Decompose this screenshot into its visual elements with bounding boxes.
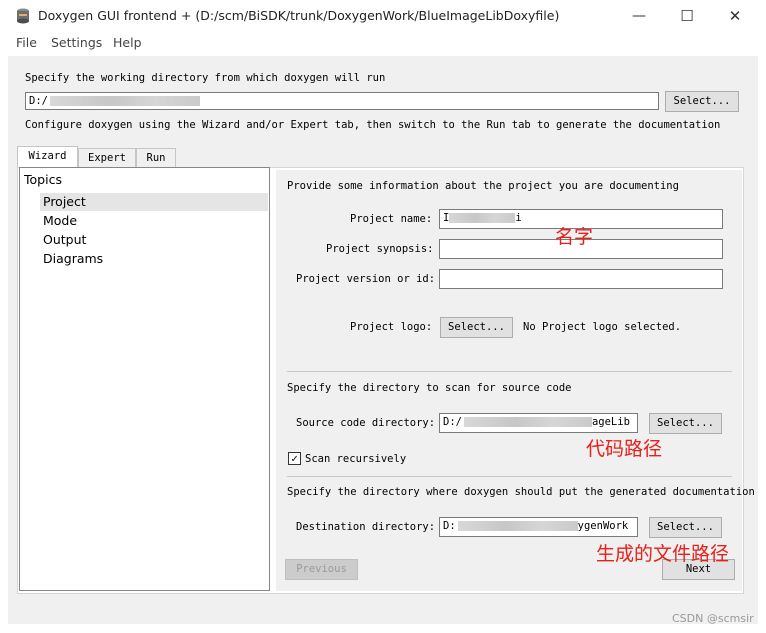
- project-name-value-end: i: [515, 212, 522, 224]
- working-dir-input[interactable]: D:/: [25, 92, 659, 110]
- source-intro: Specify the directory to scan for source…: [287, 382, 572, 394]
- separator: [287, 371, 732, 372]
- annotation-name: 名字: [555, 226, 594, 248]
- topic-diagrams[interactable]: Diagrams: [40, 250, 268, 268]
- topic-mode[interactable]: Mode: [40, 212, 268, 230]
- redacted-path: [49, 96, 200, 106]
- menu-file[interactable]: File: [16, 35, 37, 50]
- source-dir-value-end: ageLib: [591, 416, 630, 428]
- topic-output[interactable]: Output: [40, 231, 268, 249]
- tab-run[interactable]: Run: [136, 148, 176, 167]
- project-version-input[interactable]: [439, 269, 723, 289]
- menu-settings[interactable]: Settings: [51, 35, 102, 50]
- close-button[interactable]: ✕: [712, 0, 758, 32]
- project-logo-status: No Project logo selected.: [523, 321, 682, 333]
- project-logo-label: Project logo:: [350, 321, 433, 333]
- doxygen-app-icon: [17, 8, 29, 24]
- scan-recursively-label: Scan recursively: [305, 453, 407, 465]
- destination-dir-label: Destination directory:: [296, 521, 436, 533]
- minimize-button[interactable]: —: [616, 0, 662, 32]
- scan-recursively-checkbox[interactable]: ✓: [288, 452, 301, 465]
- project-logo-select-button[interactable]: Select...: [440, 317, 513, 338]
- topics-header: Topics: [24, 172, 62, 187]
- destination-dir-value-start: D:: [443, 520, 456, 532]
- tab-wizard[interactable]: Wizard: [17, 146, 78, 167]
- annotation-source-path: 代码路径: [586, 438, 663, 460]
- source-dir-label: Source code directory:: [296, 417, 436, 429]
- project-name-label: Project name:: [350, 213, 433, 225]
- project-intro: Provide some information about the proje…: [287, 180, 679, 192]
- project-synopsis-label: Project synopsis:: [326, 243, 434, 255]
- previous-button[interactable]: Previous: [285, 559, 358, 580]
- redacted-source-path: [463, 417, 592, 427]
- topics-tree: Topics Project Mode Output Diagrams: [19, 167, 270, 591]
- menu-help[interactable]: Help: [113, 35, 142, 50]
- window-title: Doxygen GUI frontend + (D:/scm/BiSDK/tru…: [38, 8, 560, 23]
- working-dir-value: D:/: [29, 95, 48, 107]
- working-dir-select-button[interactable]: Select...: [665, 91, 739, 112]
- topic-project[interactable]: Project: [40, 193, 268, 211]
- maximize-button[interactable]: ☐: [664, 0, 710, 32]
- source-dir-input[interactable]: D:/ ageLib: [439, 413, 638, 433]
- source-dir-select-button[interactable]: Select...: [649, 413, 722, 434]
- tab-expert[interactable]: Expert: [78, 148, 136, 167]
- watermark: CSDN @scmsir: [672, 612, 754, 625]
- working-dir-label: Specify the working directory from which…: [25, 72, 386, 84]
- destination-dir-value-end: ygenWork: [577, 520, 629, 532]
- project-version-label: Project version or id:: [296, 273, 436, 285]
- destination-dir-select-button[interactable]: Select...: [649, 517, 722, 538]
- source-dir-value-start: D:/: [443, 416, 462, 428]
- redacted-destination-path: [457, 521, 578, 531]
- separator: [287, 476, 732, 477]
- configure-hint: Configure doxygen using the Wizard and/o…: [25, 119, 721, 131]
- destination-intro: Specify the directory where doxygen shou…: [287, 486, 755, 498]
- annotation-output-path: 生成的文件路径: [596, 543, 730, 565]
- redacted-name: [449, 213, 516, 223]
- destination-dir-input[interactable]: D: ygenWork: [439, 517, 638, 537]
